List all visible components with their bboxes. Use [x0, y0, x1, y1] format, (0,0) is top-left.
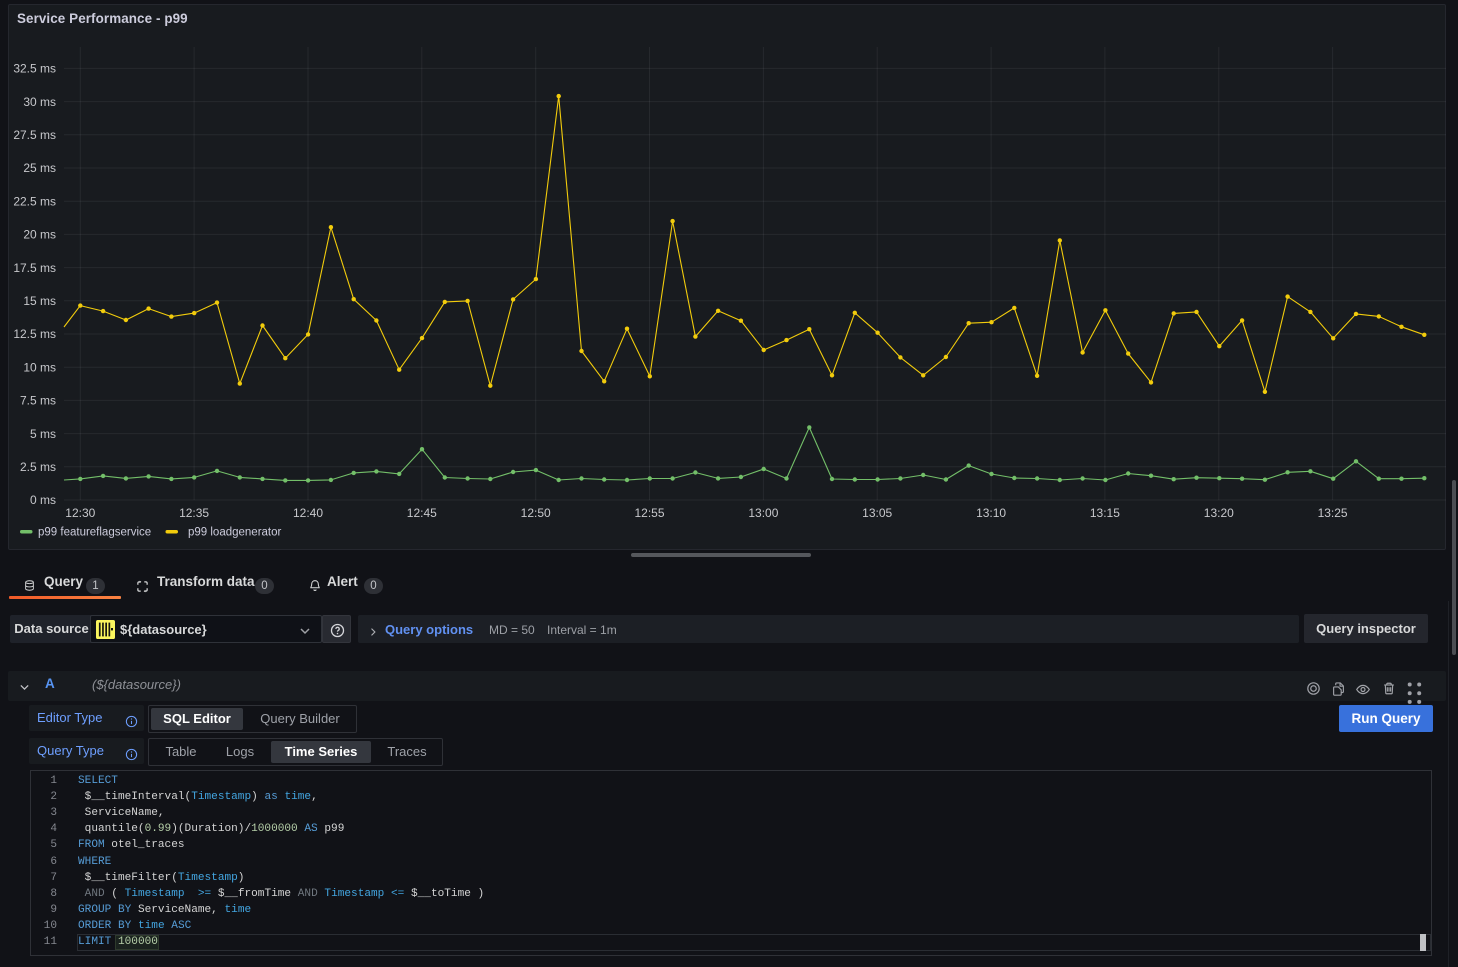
svg-text:27.5 ms: 27.5 ms — [13, 128, 56, 142]
svg-text:7.5 ms: 7.5 ms — [20, 394, 56, 408]
svg-text:17.5 ms: 17.5 ms — [13, 261, 56, 275]
svg-text:13:15: 13:15 — [1090, 506, 1120, 520]
svg-text:5 ms: 5 ms — [30, 427, 56, 441]
svg-text:2.5 ms: 2.5 ms — [20, 460, 56, 474]
svg-text:13:10: 13:10 — [976, 506, 1006, 520]
svg-text:p99 loadgenerator: p99 loadgenerator — [188, 527, 282, 539]
svg-text:32.5 ms: 32.5 ms — [13, 62, 56, 76]
svg-text:13:00: 13:00 — [748, 506, 778, 520]
svg-text:0 ms: 0 ms — [30, 493, 56, 507]
svg-text:13:25: 13:25 — [1318, 506, 1348, 520]
svg-text:22.5 ms: 22.5 ms — [13, 194, 56, 208]
svg-text:20 ms: 20 ms — [23, 228, 56, 242]
svg-text:30 ms: 30 ms — [23, 95, 56, 109]
svg-text:12:40: 12:40 — [293, 506, 323, 520]
svg-text:13:05: 13:05 — [862, 506, 892, 520]
svg-text:12:55: 12:55 — [634, 506, 664, 520]
svg-text:p99 featureflagservice: p99 featureflagservice — [38, 527, 151, 539]
svg-text:13:20: 13:20 — [1204, 506, 1234, 520]
svg-text:12:50: 12:50 — [521, 506, 551, 520]
svg-text:10 ms: 10 ms — [23, 360, 56, 374]
svg-text:12:30: 12:30 — [65, 506, 95, 520]
svg-text:15 ms: 15 ms — [23, 294, 56, 308]
svg-text:12:45: 12:45 — [407, 506, 437, 520]
svg-text:12.5 ms: 12.5 ms — [13, 327, 56, 341]
svg-text:12:35: 12:35 — [179, 506, 209, 520]
svg-text:25 ms: 25 ms — [23, 161, 56, 175]
